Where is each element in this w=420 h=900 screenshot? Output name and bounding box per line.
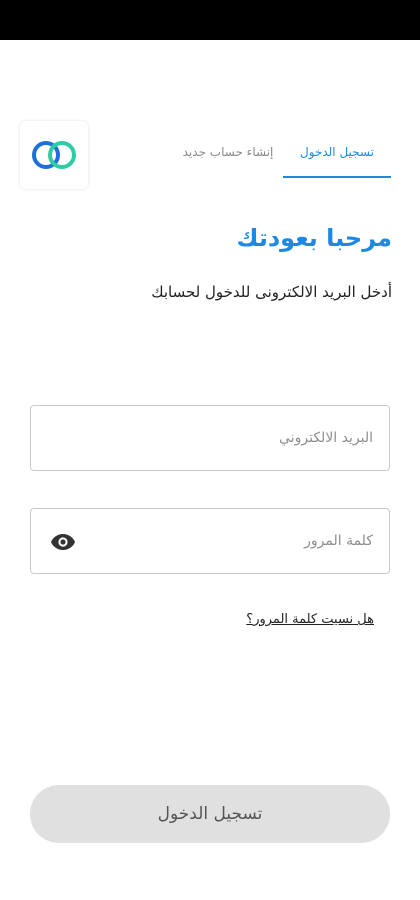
status-bar: [0, 0, 420, 40]
email-field-container: [30, 405, 390, 471]
page-subtitle: أدخل البريد الالكترونى للدخول لحسابك: [151, 283, 392, 301]
interlocking-rings-logo-icon: [32, 141, 76, 169]
forgot-password-link[interactable]: هل نسيت كلمة المرور؟: [246, 612, 374, 627]
page-title: مرحبا بعودتك: [236, 224, 392, 252]
tab-login[interactable]: تسجيل الدخول: [283, 140, 391, 178]
password-field-container: [30, 508, 390, 574]
eye-icon[interactable]: [49, 528, 77, 556]
login-button[interactable]: تسجيل الدخول: [30, 785, 390, 843]
password-field[interactable]: [31, 509, 389, 573]
tab-register[interactable]: إنشاء حساب جديد: [170, 140, 286, 176]
email-field[interactable]: [31, 406, 389, 470]
app-logo: [20, 121, 88, 189]
